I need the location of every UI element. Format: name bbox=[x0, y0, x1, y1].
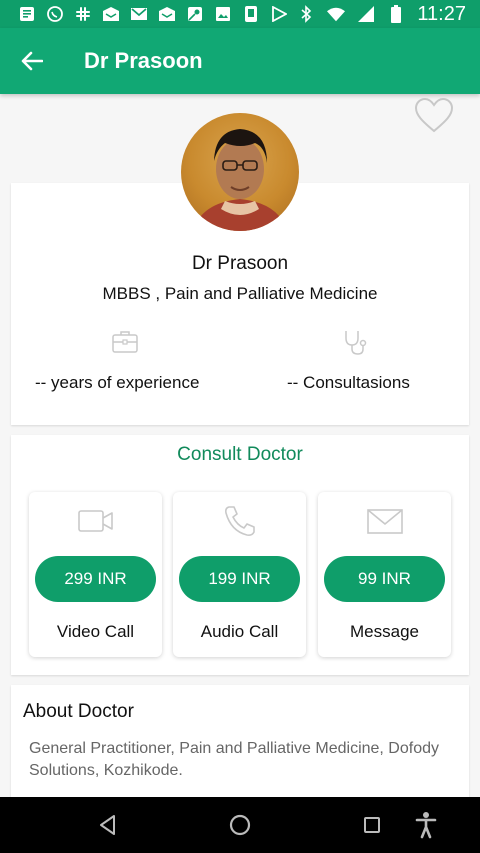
gmail-icon bbox=[130, 5, 148, 23]
about-title: About Doctor bbox=[23, 701, 134, 722]
inbox-icon bbox=[158, 5, 176, 23]
photos-icon bbox=[214, 5, 232, 23]
about-text: General Practitioner, Pain and Palliativ… bbox=[29, 740, 439, 779]
triangle-back-icon bbox=[100, 815, 115, 835]
doctor-name: Dr Prasoon bbox=[191, 253, 289, 274]
audio-call-option[interactable]: 199 INR Audio Call bbox=[173, 492, 306, 657]
circle-home-icon bbox=[229, 814, 251, 836]
accessibility-icon bbox=[415, 812, 437, 839]
page-title: Dr Prasoon bbox=[84, 48, 203, 73]
maps-icon bbox=[186, 5, 204, 23]
battery-icon bbox=[387, 5, 405, 23]
nav-recents-button[interactable] bbox=[358, 811, 386, 839]
inbox-icon bbox=[102, 5, 120, 23]
nav-accessibility-button[interactable] bbox=[412, 811, 440, 839]
whatsapp-icon bbox=[46, 5, 64, 23]
briefcase-icon bbox=[110, 328, 140, 358]
nav-back-button[interactable] bbox=[94, 811, 122, 839]
message-price-button[interactable]: 99 INR bbox=[324, 556, 445, 602]
news-icon bbox=[18, 5, 36, 23]
heart-icon bbox=[414, 97, 454, 133]
about-card: About Doctor General Practitioner, Pain … bbox=[11, 685, 469, 805]
app-bar: Dr Prasoon bbox=[0, 28, 480, 94]
envelope-icon bbox=[365, 504, 405, 538]
audio-call-price-button[interactable]: 199 INR bbox=[179, 556, 300, 602]
video-camera-icon bbox=[76, 504, 116, 538]
back-button[interactable] bbox=[0, 28, 64, 94]
status-bar: 11:27 bbox=[0, 0, 480, 28]
system-icons: 11:27 bbox=[297, 3, 466, 26]
bluetooth-icon bbox=[297, 5, 315, 23]
status-time: 11:27 bbox=[417, 2, 466, 25]
slack-icon bbox=[74, 5, 92, 23]
consultations-text: -- Consultasions bbox=[287, 373, 410, 392]
video-call-price-button[interactable]: 299 INR bbox=[35, 556, 156, 602]
audio-call-label: Audio Call bbox=[200, 622, 279, 641]
play-icon bbox=[270, 5, 288, 23]
message-label: Message bbox=[350, 622, 419, 641]
favorite-button[interactable] bbox=[414, 97, 454, 134]
consult-title: Consult Doctor bbox=[177, 444, 303, 465]
phone-icon bbox=[220, 504, 260, 538]
arrow-left-icon bbox=[21, 51, 43, 71]
doctor-degree: MBBS , Pain and Palliative Medicine bbox=[102, 284, 378, 303]
message-option[interactable]: 99 INR Message bbox=[318, 492, 451, 657]
navigation-bar bbox=[0, 797, 480, 853]
notification-icons bbox=[18, 5, 288, 23]
sim-icon bbox=[242, 5, 260, 23]
signal-icon bbox=[357, 5, 375, 23]
consult-card: Consult Doctor 299 INR Video Call 199 IN… bbox=[11, 435, 469, 675]
video-call-option[interactable]: 299 INR Video Call bbox=[29, 492, 162, 657]
square-recents-icon bbox=[364, 817, 380, 833]
stethoscope-icon bbox=[340, 328, 370, 358]
nav-home-button[interactable] bbox=[226, 811, 254, 839]
doctor-avatar bbox=[181, 113, 299, 231]
video-call-label: Video Call bbox=[56, 622, 135, 641]
experience-text: -- years of experience bbox=[35, 373, 200, 392]
wifi-icon bbox=[327, 5, 346, 23]
